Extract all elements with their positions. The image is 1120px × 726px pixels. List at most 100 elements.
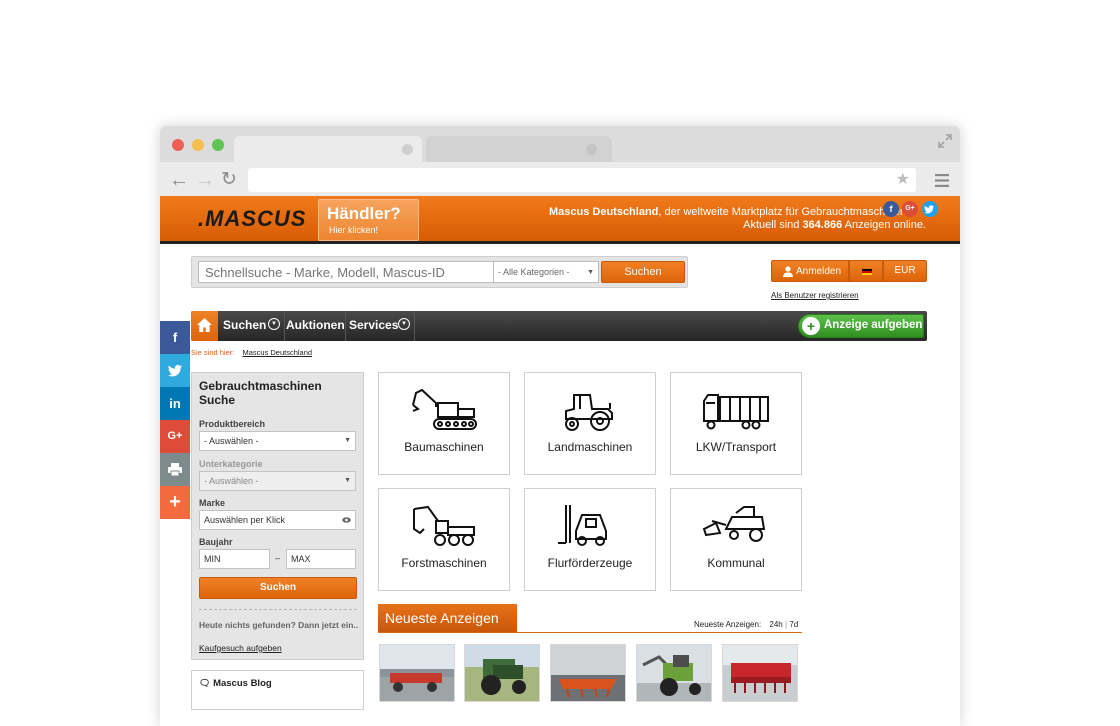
facebook-icon[interactable]: f (883, 201, 899, 217)
category-label: Flurförderzeuge (547, 556, 633, 570)
eye-icon (342, 517, 351, 523)
login-button[interactable]: Anmelden (771, 260, 849, 282)
category-label: Landmaschinen (547, 440, 633, 454)
maximize-window-icon[interactable] (212, 139, 224, 151)
twitter-icon[interactable] (922, 201, 938, 217)
nav-item-auctions[interactable]: Auktionen (286, 318, 345, 332)
address-bar[interactable]: ★ (248, 168, 916, 192)
nav-divider (345, 311, 346, 341)
blog-title[interactable]: 🗨 Mascus Blog (199, 678, 272, 689)
subcategory-label: Unterkategorie (199, 459, 263, 469)
listing-thumbnail[interactable] (636, 644, 712, 702)
nav-item-services[interactable]: Services ▼ (349, 318, 410, 332)
chevron-down-icon: ▼ (398, 318, 410, 330)
category-tile-forestry[interactable]: Forstmaschinen (378, 488, 510, 591)
machine-photo (465, 645, 539, 701)
quick-search-input[interactable] (198, 261, 494, 283)
print-icon[interactable] (160, 453, 190, 486)
tractor-icon (565, 394, 613, 431)
share-google-plus-icon[interactable]: G+ (160, 420, 190, 453)
year-min-input[interactable]: MIN (199, 549, 270, 569)
breadcrumb-link[interactable]: Mascus Deutschland (242, 348, 312, 357)
product-area-select[interactable]: - Auswählen - ▼ (199, 431, 356, 451)
truck-icon (703, 394, 769, 430)
back-arrow-icon[interactable]: ← (169, 166, 189, 194)
browser-tab-inactive[interactable] (426, 136, 612, 162)
newest-ads-title: Neueste Anzeigen (385, 610, 499, 626)
main-navigation: Suchen ▼ Auktionen Services ▼ + Anzeige … (191, 311, 927, 341)
language-selector[interactable] (849, 260, 883, 282)
dropdown-caret-icon: ▼ (344, 437, 351, 444)
home-icon (197, 318, 212, 332)
year-range-dash: – (275, 553, 281, 563)
range-7d-link[interactable]: 7d (789, 620, 798, 629)
category-select[interactable]: - Alle Kategorien - ▼ (493, 261, 599, 283)
listing-thumbnail[interactable] (379, 644, 455, 702)
google-plus-icon[interactable]: G+ (902, 201, 918, 217)
tab-close-icon[interactable] (402, 144, 413, 155)
nav-divider (414, 311, 415, 341)
minimize-window-icon[interactable] (192, 139, 204, 151)
excavator-icon (412, 388, 477, 430)
share-facebook-icon[interactable]: f (160, 321, 190, 354)
mascus-logo[interactable]: .MASCUS (198, 206, 306, 232)
share-sidebar: f in G+ + (160, 321, 190, 519)
tab-close-icon[interactable] (586, 144, 597, 155)
listing-count-text: Aktuell sind 364.866 Anzeigen online. (743, 219, 926, 231)
category-label: Kommunal (707, 556, 765, 570)
browser-toolbar: ← → ↻ ★ (160, 162, 960, 200)
subcategory-select[interactable]: - Auswählen - ▼ (199, 471, 356, 491)
forestry-icon (413, 505, 475, 546)
breadcrumb-prefix: Sie sind hier: (191, 348, 235, 357)
year-label: Baujahr (199, 537, 233, 547)
browser-tab-active[interactable] (234, 136, 422, 162)
dropdown-caret-icon: ▼ (344, 477, 351, 484)
category-label: LKW/Transport (695, 440, 777, 454)
category-tile-construction[interactable]: Baumaschinen (378, 372, 510, 475)
machine-photo (637, 645, 711, 701)
quick-search-button[interactable]: Suchen (601, 261, 685, 283)
machine-photo (551, 645, 625, 701)
header-tagline: Mascus Deutschland, der weltweite Marktp… (548, 206, 906, 218)
year-max-input[interactable]: MAX (286, 549, 356, 569)
category-label: Baumaschinen (404, 440, 484, 454)
browser-menu-icon[interactable] (935, 174, 949, 187)
category-tile-agriculture[interactable]: Landmaschinen (524, 372, 656, 475)
brand-select[interactable]: Auswählen per Klick (199, 510, 356, 530)
listing-thumbnail[interactable] (722, 644, 798, 702)
mower-icon (702, 506, 766, 542)
fullscreen-icon[interactable] (938, 134, 952, 148)
add-listing-button[interactable]: + Anzeige aufgeben (798, 314, 924, 338)
close-window-icon[interactable] (172, 139, 184, 151)
german-flag-icon (862, 269, 872, 275)
browser-window: ← → ↻ ★ .MASCUS Händler? Hier klicken! M… (160, 126, 960, 726)
add-listing-label: Anzeige aufgeben (824, 319, 923, 331)
share-twitter-icon[interactable] (160, 354, 190, 387)
register-link[interactable]: Als Benutzer registrieren (771, 291, 859, 300)
reload-icon[interactable]: ↻ (221, 166, 237, 194)
range-24h-link[interactable]: 24h (769, 620, 782, 629)
more-share-icon[interactable]: + (160, 486, 190, 519)
category-tile-trucks[interactable]: LKW/Transport (670, 372, 802, 475)
listing-thumbnail[interactable] (550, 644, 626, 702)
listing-thumbnail[interactable] (464, 644, 540, 702)
forward-arrow-icon[interactable]: → (195, 166, 215, 194)
wanted-ad-link[interactable]: Kaufgesuch aufgeben (199, 643, 282, 653)
machine-search-panel: Gebrauchtmaschinen Suche Produktbereich … (191, 372, 364, 660)
category-tile-municipal[interactable]: Kommunal (670, 488, 802, 591)
dealer-banner[interactable]: Händler? Hier klicken! (318, 199, 419, 241)
currency-selector[interactable]: EUR (883, 260, 927, 282)
plus-icon: + (802, 317, 820, 335)
bookmark-star-icon[interactable]: ★ (896, 169, 910, 189)
account-bar: Anmelden EUR (771, 260, 927, 282)
not-found-text: Heute nichts gefunden? Dann jetzt ein.. (199, 620, 359, 630)
nav-item-search[interactable]: Suchen ▼ (223, 318, 280, 332)
newest-ads-header: Neueste Anzeigen (378, 604, 517, 633)
filter-search-button[interactable]: Suchen (199, 577, 357, 599)
range-separator: | (785, 620, 788, 629)
category-label: Forstmaschinen (401, 556, 487, 570)
home-button[interactable] (191, 311, 218, 341)
brand-label: Marke (199, 498, 226, 508)
category-tile-forklifts[interactable]: Flurförderzeuge (524, 488, 656, 591)
share-linkedin-icon[interactable]: in (160, 387, 190, 420)
